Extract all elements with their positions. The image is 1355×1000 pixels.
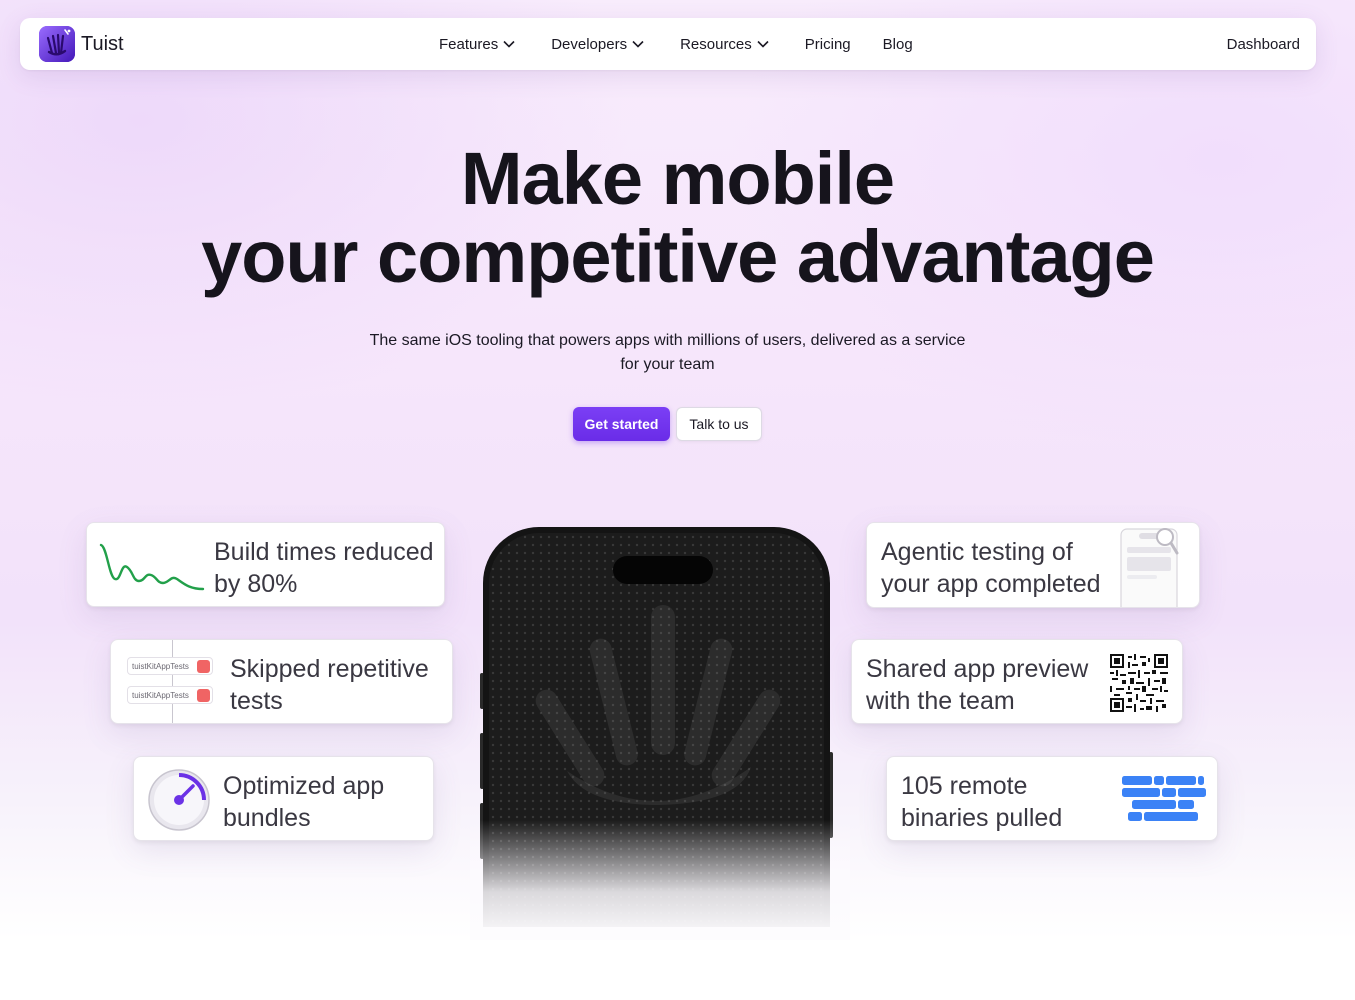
card-remote-binaries: 105 remote binaries pulled <box>886 756 1218 841</box>
nav-features[interactable]: Features <box>439 36 515 53</box>
nav-resources-label: Resources <box>680 35 752 53</box>
talk-to-us-button[interactable]: Talk to us <box>676 407 762 441</box>
card-bundles-line2: bundles <box>223 804 311 832</box>
brand[interactable]: Tuist <box>39 26 124 62</box>
nav-links: Features Developers Resources Pricing Bl… <box>439 18 913 70</box>
nav-developers[interactable]: Developers <box>551 36 644 53</box>
skip-badge-icon <box>197 660 210 673</box>
card-skipped-tests: tuistKitAppTests tuistKitAppTests Skippe… <box>110 639 453 724</box>
card-skipped-line2: tests <box>230 687 283 715</box>
card-bundles-line1: Optimized app <box>223 772 385 800</box>
hero-subtitle-line1: The same iOS tooling that powers apps wi… <box>369 332 966 349</box>
nav-blog[interactable]: Blog <box>883 36 913 53</box>
binary-blocks-icon <box>1122 776 1206 821</box>
card-skipped-line1: Skipped repetitive <box>230 655 429 683</box>
card-binaries-text: 105 remote binaries pulled <box>901 770 1062 834</box>
card-agentic-testing: Agentic testing of your app completed <box>866 522 1200 608</box>
nav-resources[interactable]: Resources <box>680 36 769 53</box>
card-preview-text: Shared app preview with the team <box>866 653 1088 717</box>
card-agentic-text: Agentic testing of your app completed <box>881 536 1101 600</box>
top-navbar: Tuist Features Developers Resources Pric… <box>20 18 1316 70</box>
hero-title-line2: your competitive advantage <box>201 215 1155 298</box>
card-preview-line2: with the team <box>866 687 1015 715</box>
phone-fade <box>470 820 850 940</box>
test-chip: tuistKitAppTests <box>127 686 213 704</box>
chevron-down-icon <box>503 40 515 48</box>
card-shared-preview: Shared app preview with the team <box>851 639 1183 724</box>
card-bundles-text: Optimized app bundles <box>223 770 384 834</box>
hero-title: Make mobile your competitive advantage <box>0 140 1355 296</box>
nav-pricing[interactable]: Pricing <box>805 36 851 53</box>
tuist-logo-icon <box>39 26 75 62</box>
device-inspect-icon <box>1120 528 1179 607</box>
get-started-button[interactable]: Get started <box>573 407 670 441</box>
nav-features-label: Features <box>439 35 499 53</box>
card-optimized-bundles: Optimized app bundles <box>133 756 434 841</box>
nav-pricing-label: Pricing <box>804 35 851 53</box>
hero-title-line1: Make mobile <box>460 137 895 220</box>
card-preview-line1: Shared app preview <box>866 655 1089 683</box>
card-binaries-line1: 105 remote <box>901 772 1028 800</box>
brand-name: Tuist <box>81 32 124 55</box>
test-chip-label: tuistKitAppTests <box>132 690 189 700</box>
nav-developers-label: Developers <box>551 35 628 53</box>
card-binaries-line2: binaries pulled <box>901 804 1063 832</box>
chevron-down-icon <box>757 40 769 48</box>
skip-badge-icon <box>197 689 210 702</box>
line-chart-icon <box>99 543 205 591</box>
chevron-down-icon <box>632 40 644 48</box>
card-build-times: Build times reduced by 80% <box>86 522 445 607</box>
dashboard-link[interactable]: Dashboard <box>1227 18 1300 70</box>
hero-subtitle-line2: for your team <box>620 356 715 373</box>
card-agentic-line2: your app completed <box>881 570 1101 598</box>
card-build-line2: by 80% <box>214 570 298 598</box>
test-chip-label: tuistKitAppTests <box>132 661 189 671</box>
test-list-icon: tuistKitAppTests tuistKitAppTests <box>125 640 217 723</box>
gauge-icon <box>148 769 210 831</box>
card-skipped-text: Skipped repetitive tests <box>230 653 429 717</box>
hero-subtitle: The same iOS tooling that powers apps wi… <box>340 329 995 377</box>
qr-code-icon <box>1110 654 1168 712</box>
timeline-line <box>172 640 173 723</box>
card-build-line1: Build times reduced <box>214 538 434 566</box>
nav-blog-label: Blog <box>882 35 913 53</box>
card-build-text: Build times reduced by 80% <box>214 536 434 600</box>
card-agentic-line1: Agentic testing of <box>881 538 1073 566</box>
test-chip: tuistKitAppTests <box>127 657 213 675</box>
